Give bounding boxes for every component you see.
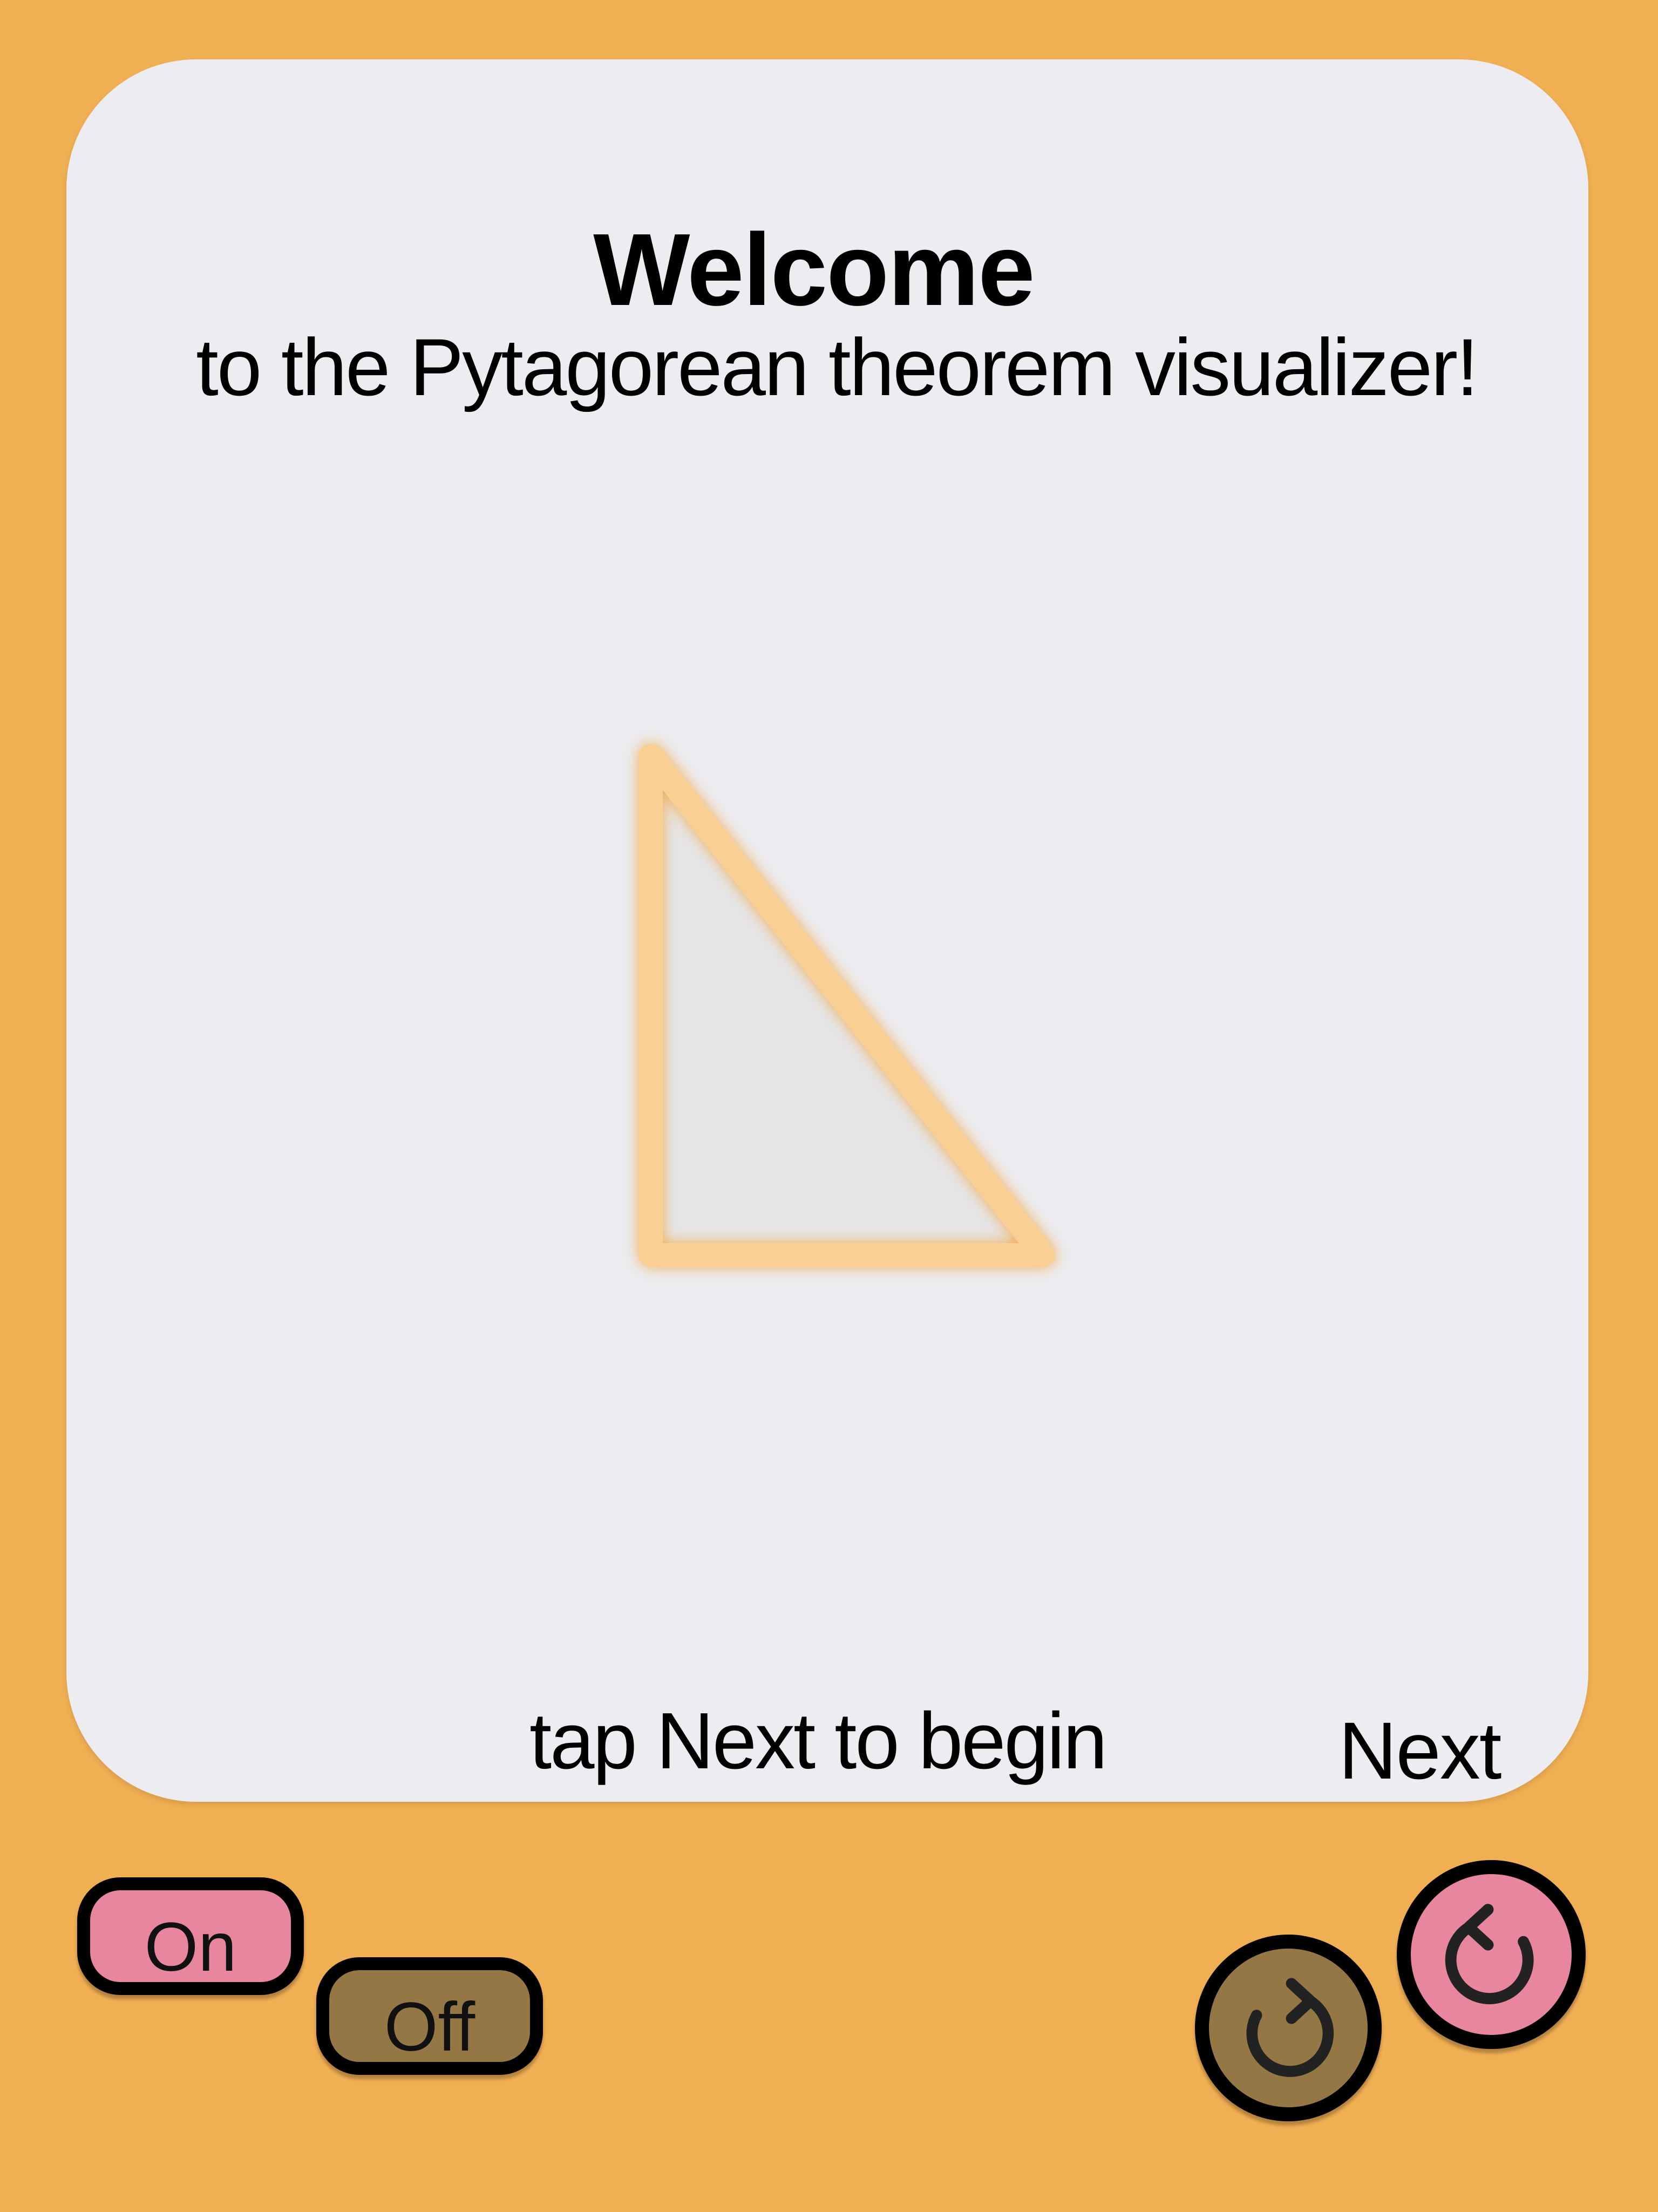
- on-button-label: On: [144, 1909, 237, 1986]
- undo-button[interactable]: [1397, 1860, 1586, 2049]
- undo-icon: [1445, 1904, 1534, 2005]
- page-title: Welcome: [593, 213, 1035, 327]
- on-button[interactable]: On: [77, 1877, 304, 1995]
- page-subtitle: to the Pytagorean theorem visualizer!: [196, 322, 1479, 412]
- redo-icon: [1246, 1978, 1334, 2077]
- right-triangle-graphic: [639, 744, 1055, 1267]
- redo-button[interactable]: [1195, 1935, 1382, 2121]
- next-button[interactable]: Next: [1338, 1710, 1501, 1791]
- off-button-label: Off: [384, 1989, 475, 2066]
- off-button[interactable]: Off: [316, 1957, 543, 2075]
